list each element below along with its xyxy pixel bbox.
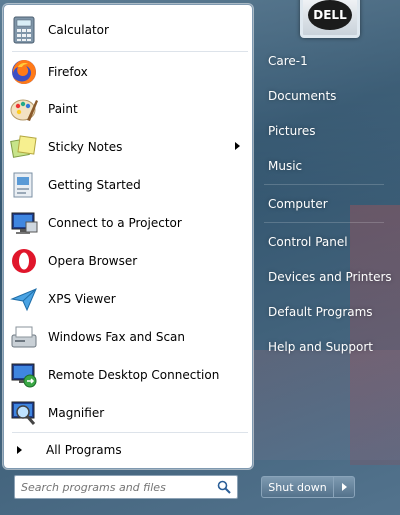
program-sticky-notes[interactable]: Sticky Notes — [6, 129, 250, 165]
fax-scan-icon — [9, 322, 39, 352]
search-box[interactable] — [14, 475, 238, 499]
program-paint[interactable]: Paint — [6, 91, 250, 127]
program-firefox[interactable]: Firefox — [6, 54, 250, 90]
program-connect-projector[interactable]: Connect to a Projector — [6, 205, 250, 241]
opera-icon — [9, 246, 39, 276]
user-avatar[interactable]: DELL — [300, 0, 360, 38]
right-item-care-1[interactable]: Care-1 — [262, 49, 387, 73]
program-label: Calculator — [48, 23, 109, 37]
shutdown-group: Shut down — [261, 476, 355, 498]
right-separator — [264, 184, 384, 185]
search-icon[interactable] — [217, 480, 231, 494]
right-item-pictures[interactable]: Pictures — [262, 119, 387, 143]
chevron-right-icon — [341, 483, 347, 491]
program-remote-desktop[interactable]: Remote Desktop Connection — [6, 357, 250, 393]
projector-icon — [9, 208, 39, 238]
program-label: Firefox — [48, 65, 88, 79]
program-label: XPS Viewer — [48, 292, 116, 306]
program-opera[interactable]: Opera Browser — [6, 243, 250, 279]
right-item-devices-printers[interactable]: Devices and Printers — [262, 265, 392, 289]
program-getting-started[interactable]: Getting Started — [6, 167, 250, 203]
shutdown-options-button[interactable] — [333, 476, 355, 498]
program-magnifier[interactable]: Magnifier — [6, 395, 250, 431]
xps-viewer-icon — [9, 284, 39, 314]
all-programs-separator — [12, 432, 248, 433]
right-item-control-panel[interactable]: Control Panel — [262, 230, 387, 254]
right-item-help-support[interactable]: Help and Support — [262, 335, 387, 359]
program-xps-viewer[interactable]: XPS Viewer — [6, 281, 250, 317]
calculator-icon — [9, 15, 39, 45]
program-label: Sticky Notes — [48, 140, 123, 154]
programs-panel: Calculator Firefox Paint Sticky Notes Ge… — [3, 4, 253, 469]
program-label: Getting Started — [48, 178, 141, 192]
right-item-default-programs[interactable]: Default Programs — [262, 300, 387, 324]
submenu-arrow-icon[interactable] — [235, 142, 240, 150]
program-fax-scan[interactable]: Windows Fax and Scan — [6, 319, 250, 355]
program-label: Windows Fax and Scan — [48, 330, 186, 344]
firefox-icon — [9, 57, 39, 87]
sticky-notes-icon — [9, 132, 39, 162]
program-label: Opera Browser — [48, 254, 138, 268]
expand-arrow-icon — [17, 446, 22, 454]
program-label: Paint — [48, 102, 78, 116]
paint-icon — [9, 94, 39, 124]
shutdown-button[interactable]: Shut down — [261, 476, 333, 498]
right-item-music[interactable]: Music — [262, 154, 387, 178]
dell-logo: DELL — [308, 0, 352, 30]
getting-started-icon — [9, 170, 39, 200]
program-label: Magnifier — [48, 406, 105, 420]
all-programs-button[interactable]: All Programs — [8, 438, 250, 462]
program-calculator[interactable]: Calculator — [6, 12, 250, 48]
program-label: Remote Desktop Connection — [48, 368, 220, 382]
glass-reflection-2 — [252, 350, 400, 460]
right-item-computer[interactable]: Computer — [262, 192, 387, 216]
search-input[interactable] — [15, 480, 205, 494]
right-separator — [264, 222, 384, 223]
pinned-separator — [12, 51, 248, 52]
remote-desktop-icon — [9, 360, 39, 390]
right-item-documents[interactable]: Documents — [262, 84, 387, 108]
all-programs-label: All Programs — [46, 443, 122, 457]
magnifier-icon — [9, 398, 39, 428]
program-label: Connect to a Projector — [48, 216, 182, 230]
